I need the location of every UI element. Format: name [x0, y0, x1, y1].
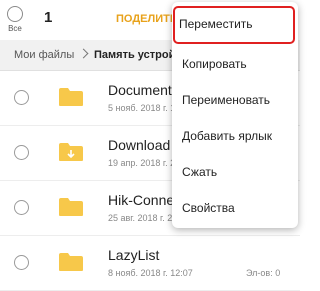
item-checkbox[interactable]: [14, 255, 29, 270]
item-checkbox[interactable]: [14, 200, 29, 215]
menu-item-label: Переименовать: [182, 93, 270, 107]
select-all-label: Все: [8, 24, 22, 33]
folder-icon: [59, 198, 83, 216]
download-folder-icon: [59, 143, 83, 161]
file-name: Download: [108, 137, 171, 153]
menu-item-move[interactable]: Переместить: [172, 6, 298, 42]
select-all-circle-icon: [7, 6, 23, 22]
menu-item-properties[interactable]: Свойства: [172, 190, 298, 226]
menu-item-add-shortcut[interactable]: Добавить ярлык: [172, 118, 298, 154]
menu-item-compress[interactable]: Сжать: [172, 154, 298, 190]
select-all-checkbox[interactable]: Все: [4, 6, 26, 33]
menu-item-label: Сжать: [182, 165, 218, 179]
menu-item-label: Свойства: [182, 201, 235, 215]
item-checkbox[interactable]: [14, 90, 29, 105]
chevron-right-icon: [78, 48, 89, 59]
breadcrumb-my-files[interactable]: Мои файлы: [14, 40, 74, 70]
menu-item-label: Добавить ярлык: [182, 129, 273, 143]
item-checkbox[interactable]: [14, 145, 29, 160]
context-menu: Переместить Копировать Переименовать Доб…: [172, 2, 298, 228]
file-meta: Эл-ов: 0: [246, 268, 281, 278]
menu-item-label: Переместить: [179, 17, 253, 31]
file-date: 8 нояб. 2018 г. 12:07: [108, 268, 193, 278]
menu-item-label: Копировать: [182, 57, 247, 71]
menu-item-rename[interactable]: Переименовать: [172, 82, 298, 118]
menu-item-copy[interactable]: Копировать: [172, 46, 298, 82]
file-name: LazyList: [108, 247, 160, 263]
list-item[interactable]: LazyList 8 нояб. 2018 г. 12:07 Эл-ов: 0: [0, 236, 300, 291]
share-button[interactable]: ПОДЕЛИТЬ: [116, 13, 178, 25]
file-name: Documents: [108, 82, 179, 98]
folder-icon: [59, 88, 83, 106]
folder-icon: [59, 253, 83, 271]
selected-count: 1: [44, 9, 53, 26]
